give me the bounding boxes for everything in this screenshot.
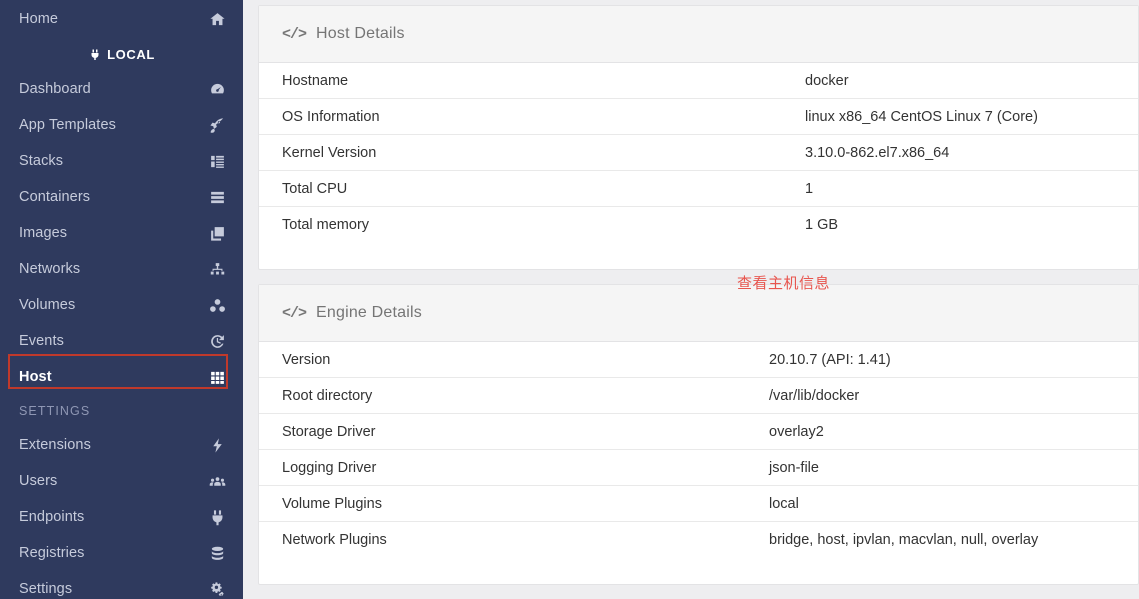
row-value: docker <box>805 72 849 89</box>
table-row: Storage Driver overlay2 <box>259 414 1138 450</box>
host-details-panel: </> Host Details Hostname docker OS Info… <box>258 5 1139 270</box>
dashboard-icon <box>208 80 226 98</box>
row-key: Version <box>282 351 331 368</box>
sidebar-item-label: Images <box>19 225 68 241</box>
row-value: overlay2 <box>769 423 824 440</box>
table-row: Total memory 1 GB <box>259 207 1138 243</box>
sidebar-item-app-templates[interactable]: App Templates <box>0 107 243 143</box>
sidebar-item-label: Containers <box>19 189 91 205</box>
sidebar: Home LOCAL Dashboard App Templates Stack <box>0 0 243 599</box>
row-value: /var/lib/docker <box>769 387 860 404</box>
row-value: 20.10.7 (API: 1.41) <box>769 351 891 368</box>
row-key: Volume Plugins <box>282 495 382 512</box>
row-key: Total memory <box>282 217 370 233</box>
sidebar-item-label: Dashboard <box>19 81 91 97</box>
code-icon: </> <box>282 304 307 322</box>
volumes-icon <box>208 296 226 314</box>
grid-icon <box>208 368 226 386</box>
table-row: Version 20.10.7 (API: 1.41) <box>259 342 1138 378</box>
sidebar-endpoint-header: LOCAL <box>0 37 243 71</box>
host-details-header: </> Host Details <box>259 6 1138 63</box>
sidebar-item-label: Host <box>19 369 52 385</box>
images-icon <box>208 224 226 242</box>
sidebar-item-networks[interactable]: Networks <box>0 251 243 287</box>
sidebar-item-images[interactable]: Images <box>0 215 243 251</box>
row-key: Storage Driver <box>282 423 376 440</box>
row-key: Network Plugins <box>282 532 387 548</box>
main-content: 查看主机信息 </> Host Details Hostname docker … <box>243 0 1139 599</box>
engine-details-panel: </> Engine Details Version 20.10.7 (API:… <box>258 284 1139 585</box>
sidebar-item-settings[interactable]: Settings <box>0 571 243 599</box>
table-row: OS Information linux x86_64 CentOS Linux… <box>259 99 1138 135</box>
gears-icon <box>208 580 226 598</box>
sidebar-item-label: Volumes <box>19 297 76 313</box>
table-row: Hostname docker <box>259 63 1138 99</box>
row-key: OS Information <box>282 108 380 125</box>
engine-details-rows: Version 20.10.7 (API: 1.41) Root directo… <box>259 342 1138 584</box>
table-row: Total CPU 1 <box>259 171 1138 207</box>
engine-details-header: </> Engine Details <box>259 285 1138 342</box>
sidebar-item-label: Endpoints <box>19 509 85 525</box>
sidebar-item-dashboard[interactable]: Dashboard <box>0 71 243 107</box>
sidebar-section-settings: SETTINGS <box>19 404 91 418</box>
sidebar-item-volumes[interactable]: Volumes <box>0 287 243 323</box>
row-key: Logging Driver <box>282 459 377 476</box>
table-row: Root directory /var/lib/docker <box>259 378 1138 414</box>
sidebar-item-registries[interactable]: Registries <box>0 535 243 571</box>
row-value: 3.10.0-862.el7.x86_64 <box>805 144 950 161</box>
row-value: 1 <box>805 180 814 197</box>
row-key: Total CPU <box>282 180 348 197</box>
sidebar-item-label: Extensions <box>19 437 91 453</box>
sidebar-item-containers[interactable]: Containers <box>0 179 243 215</box>
code-icon: </> <box>282 25 307 43</box>
sidebar-item-stacks[interactable]: Stacks <box>0 143 243 179</box>
sidebar-item-host[interactable]: Host <box>0 359 243 395</box>
row-key: Root directory <box>282 387 373 404</box>
sidebar-item-label: Networks <box>19 261 81 277</box>
database-icon <box>208 544 226 562</box>
sidebar-item-label: Registries <box>19 545 85 561</box>
sidebar-item-home[interactable]: Home <box>0 1 243 37</box>
stacks-icon <box>208 152 226 170</box>
row-value: 1 GB <box>805 217 839 233</box>
rocket-icon <box>208 116 226 134</box>
row-value: local <box>769 495 799 512</box>
chinese-annotation: 查看主机信息 <box>737 274 831 292</box>
table-row: Logging Driver json-file <box>259 450 1138 486</box>
host-details-rows: Hostname docker OS Information linux x86… <box>259 63 1138 269</box>
home-icon <box>208 10 226 28</box>
sidebar-item-label: App Templates <box>19 117 116 133</box>
sidebar-item-users[interactable]: Users <box>0 463 243 499</box>
panel-title: Engine Details <box>316 304 422 321</box>
sidebar-item-extensions[interactable]: Extensions <box>0 427 243 463</box>
row-key: Hostname <box>282 72 349 89</box>
sidebar-item-label: Stacks <box>19 153 64 169</box>
plug-icon <box>208 508 226 526</box>
row-value: linux x86_64 CentOS Linux 7 (Core) <box>805 108 1038 125</box>
plug-icon <box>88 48 101 61</box>
users-icon <box>208 472 226 490</box>
table-row: Network Plugins bridge, host, ipvlan, ma… <box>259 522 1138 558</box>
sidebar-item-label: Events <box>19 333 64 349</box>
networks-icon <box>208 260 226 278</box>
containers-icon <box>208 188 226 206</box>
sidebar-item-label: Home <box>19 11 59 27</box>
sidebar-item-label: Users <box>19 473 58 489</box>
app-root: Home LOCAL Dashboard App Templates Stack <box>0 0 1139 599</box>
history-icon <box>208 332 226 350</box>
row-key: Kernel Version <box>282 144 377 161</box>
table-row: Volume Plugins local <box>259 486 1138 522</box>
panel-title: Host Details <box>316 25 405 42</box>
bolt-icon <box>208 436 226 454</box>
sidebar-item-label: Settings <box>19 581 73 597</box>
sidebar-item-events[interactable]: Events <box>0 323 243 359</box>
row-value: bridge, host, ipvlan, macvlan, null, ove… <box>769 532 1039 548</box>
sidebar-item-endpoints[interactable]: Endpoints <box>0 499 243 535</box>
row-value: json-file <box>769 459 819 476</box>
table-row: Kernel Version 3.10.0-862.el7.x86_64 <box>259 135 1138 171</box>
sidebar-endpoint-label: LOCAL <box>107 46 155 62</box>
